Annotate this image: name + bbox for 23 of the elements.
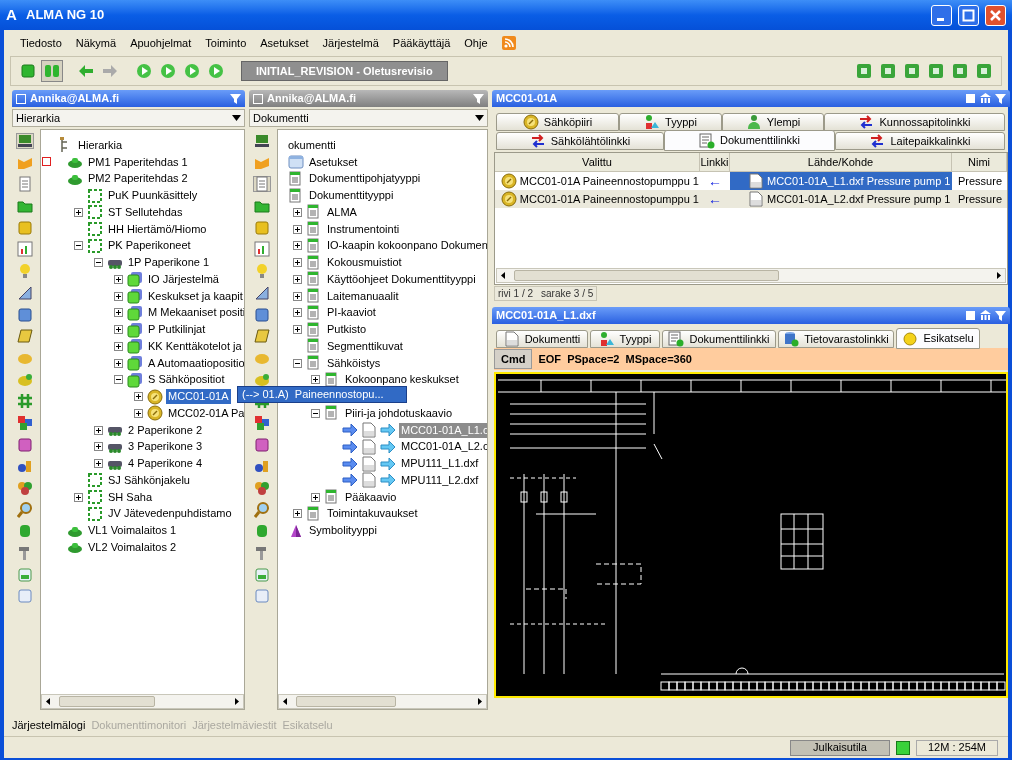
- tooltip: (--> 01.A) Paineennostopu...: [237, 386, 407, 403]
- memory-usage: 12M : 254M: [916, 739, 998, 756]
- table-cell-text: MCC01-01A Paineennostopumppu 1: [519, 173, 699, 189]
- link-arrow: ←: [708, 190, 722, 208]
- panel-title: MCC01-01A_L1.dxf: [496, 308, 597, 324]
- panel-title: Annika@ALMA.fi: [267, 91, 357, 107]
- link-arrow: ←: [708, 172, 722, 190]
- status-mode: Julkaisutila: [790, 739, 890, 756]
- command-output: EOF PSpace=2 MSpace=360: [538, 351, 692, 367]
- dropdown-value: Hierarkia: [16, 110, 61, 126]
- table-cell-text: MCC01-01A Paineennostopumppu 1: [519, 191, 699, 207]
- app-logo: A: [6, 4, 18, 25]
- table-cell-text: Pressure: [958, 173, 1003, 189]
- status-text: rivi 1 / 2: [498, 287, 533, 301]
- panel-title: Annika@ALMA.fi: [30, 91, 120, 107]
- table-cell-text: MCC01-01A_L2.dxf Pressure pump 1: [767, 191, 951, 207]
- table-cell-text: MCC01-01A_L1.dxf Pressure pump 1: [767, 173, 951, 189]
- window-title: ALMA NG 10: [26, 6, 106, 25]
- dropdown-value: Dokumentti: [253, 110, 310, 126]
- table-cell-text: Pressure: [958, 191, 1003, 207]
- panel-title: MCC01-01A: [496, 91, 559, 107]
- revision-label: INITIAL_REVISION - Oletusrevisio: [241, 61, 448, 81]
- status-text: sarake 3 / 5: [541, 287, 594, 301]
